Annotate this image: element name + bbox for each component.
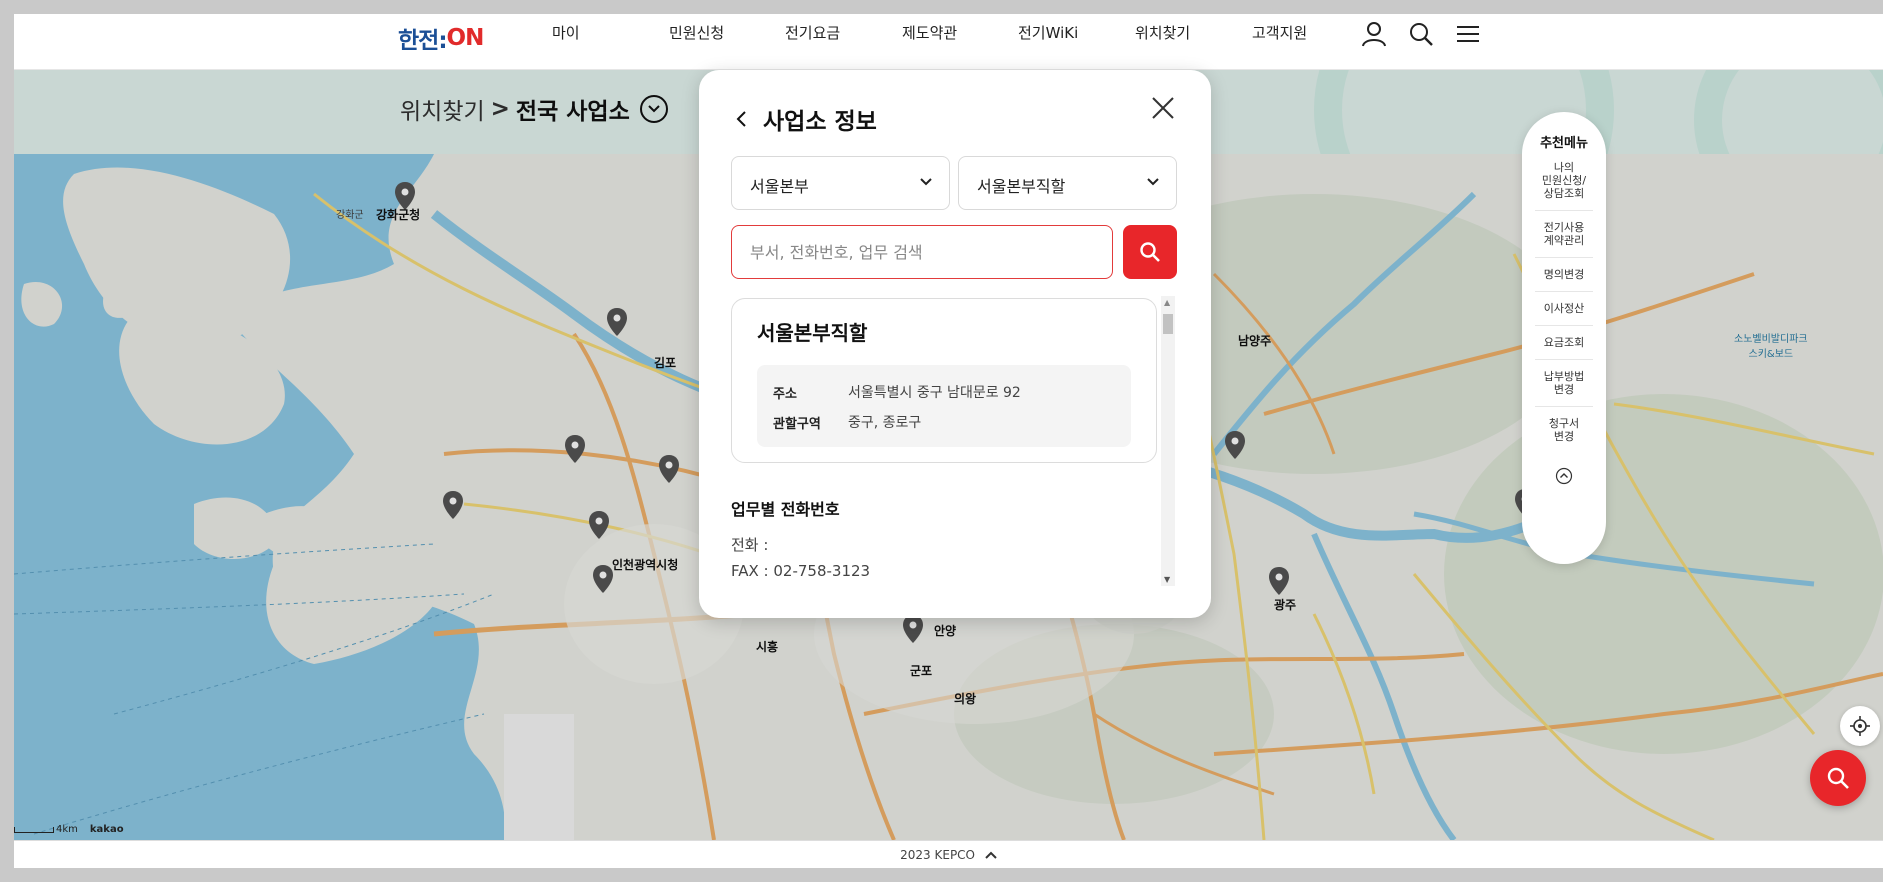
user-icon[interactable] bbox=[1360, 20, 1388, 48]
address-label: 주소 bbox=[773, 386, 797, 402]
logo-text-han: 한전: bbox=[398, 28, 448, 54]
chevron-left-icon bbox=[736, 111, 746, 127]
map-label: 강화군 bbox=[336, 210, 364, 221]
kakao-brand: kakao bbox=[89, 824, 124, 835]
map-label: 의왕 bbox=[954, 692, 977, 706]
nav-item-billing[interactable]: 전기요금 bbox=[785, 22, 840, 43]
kepco-on-logo[interactable]: 한전: ON bbox=[398, 20, 485, 56]
quickmenu-item-invoice[interactable]: 청구서 변경 bbox=[1535, 407, 1593, 453]
quickmenu-item-name-change[interactable]: 명의변경 bbox=[1535, 258, 1593, 292]
location-pin[interactable] bbox=[606, 307, 628, 337]
region-select[interactable]: 서울본부 bbox=[731, 156, 950, 210]
breadcrumb-separator: > bbox=[490, 96, 510, 122]
map-label: 인천광역시청 bbox=[612, 558, 679, 572]
office-detail-scroll[interactable]: 서울본부직할 주소 서울특별시 중구 남대문로 92 관할구역 중구, 종로구 … bbox=[729, 298, 1169, 618]
region-select-value: 서울본부 bbox=[750, 177, 809, 196]
location-pin[interactable] bbox=[902, 614, 924, 644]
breadcrumb: 위치찾기 > 전국 사업소 bbox=[400, 92, 668, 126]
search-button[interactable] bbox=[1123, 225, 1177, 279]
chevron-up-circle-icon[interactable] bbox=[1555, 467, 1573, 485]
search-icon[interactable] bbox=[1407, 20, 1435, 48]
search-icon bbox=[1827, 767, 1849, 789]
modal-header: 사업소 정보 bbox=[729, 102, 877, 136]
department-search-input[interactable] bbox=[731, 225, 1113, 279]
location-pin[interactable] bbox=[1268, 566, 1290, 596]
office-select[interactable]: 서울본부직할 bbox=[958, 156, 1177, 210]
area-row: 관할구역 중구, 종로구 bbox=[773, 407, 1115, 437]
breadcrumb-current: 전국 사업소 bbox=[515, 99, 630, 125]
floating-search-button[interactable] bbox=[1810, 750, 1866, 806]
search-icon bbox=[1140, 242, 1160, 262]
map-label: 남양주 bbox=[1238, 334, 1272, 348]
office-select-value: 서울본부직할 bbox=[977, 177, 1066, 196]
address-value: 서울특별시 중구 남대문로 92 bbox=[848, 385, 1021, 401]
breadcrumb-parent[interactable]: 위치찾기 bbox=[400, 92, 485, 126]
area-value: 중구, 종로구 bbox=[848, 415, 922, 431]
back-button[interactable] bbox=[729, 107, 753, 131]
office-info-modal: 사업소 정보 서울본부 서울본부직할 서울본부직할 bbox=[699, 70, 1211, 618]
map-label: 강화군청 bbox=[376, 208, 421, 222]
chevron-up-icon[interactable] bbox=[985, 851, 997, 860]
scale-text: 4km bbox=[56, 824, 78, 835]
page-frame: 한전: ON 마이 민원신청 전기요금 제도약관 전기WiKi 위치찾기 고객지… bbox=[14, 14, 1883, 868]
top-navigation: 한전: ON 마이 민원신청 전기요금 제도약관 전기WiKi 위치찾기 고객지… bbox=[14, 14, 1883, 70]
quickmenu-item-payment-method[interactable]: 납부방법 변경 bbox=[1535, 360, 1593, 407]
recommended-menu: 추천메뉴 나의 민원신청/ 상담조회 전기사용 계약관리 명의변경 이사정산 요… bbox=[1522, 112, 1606, 564]
chevron-down-icon bbox=[920, 178, 932, 186]
office-card-title: 서울본부직할 bbox=[757, 321, 868, 345]
quickmenu-item-move-settle[interactable]: 이사정산 bbox=[1535, 292, 1593, 326]
location-pin[interactable] bbox=[1224, 430, 1246, 460]
office-card: 서울본부직할 주소 서울특별시 중구 남대문로 92 관할구역 중구, 종로구 bbox=[731, 298, 1157, 463]
area-label: 관할구역 bbox=[773, 416, 821, 432]
modal-title: 사업소 정보 bbox=[763, 109, 877, 135]
quickmenu-item-contract[interactable]: 전기사용 계약관리 bbox=[1535, 211, 1593, 258]
nav-item-my[interactable]: 마이 bbox=[552, 22, 580, 43]
recommended-menu-title: 추천메뉴 bbox=[1540, 136, 1588, 151]
map-label: 시흥 bbox=[756, 640, 779, 654]
location-pin[interactable] bbox=[564, 434, 586, 464]
menu-icon[interactable] bbox=[1454, 20, 1482, 48]
office-card-info: 주소 서울특별시 중구 남대문로 92 관할구역 중구, 종로구 bbox=[757, 365, 1131, 447]
location-pin[interactable] bbox=[442, 490, 464, 520]
close-icon[interactable] bbox=[1149, 94, 1177, 122]
address-row: 주소 서울특별시 중구 남대문로 92 bbox=[773, 377, 1115, 407]
nav-item-location[interactable]: 위치찾기 bbox=[1135, 22, 1190, 43]
scroll-down-arrow[interactable]: ▼ bbox=[1164, 575, 1170, 584]
nav-item-civil[interactable]: 민원신청 bbox=[669, 22, 724, 43]
phone-section-title: 업무별 전화번호 bbox=[731, 500, 840, 519]
map-label: 소노벨비발디파크 스키&보드 bbox=[1734, 334, 1808, 360]
nav-item-wiki[interactable]: 전기WiKi bbox=[1018, 22, 1078, 43]
current-location-button[interactable] bbox=[1840, 706, 1880, 746]
fax-line: FAX : 02-758-3123 bbox=[731, 562, 871, 580]
scale-bar bbox=[14, 826, 54, 833]
footer-copyright: 2023 KEPCO bbox=[900, 848, 976, 862]
quickmenu-item-bill-check[interactable]: 요금조회 bbox=[1535, 326, 1593, 360]
location-pin[interactable] bbox=[658, 454, 680, 484]
quickmenu-item-my-civil[interactable]: 나의 민원신청/ 상담조회 bbox=[1535, 151, 1593, 211]
logo-text-on: ON bbox=[446, 25, 485, 51]
scrollbar[interactable]: ▲ ▼ bbox=[1161, 296, 1175, 586]
map-label: 김포 bbox=[654, 356, 677, 370]
scrollbar-thumb[interactable] bbox=[1163, 314, 1173, 334]
map-label: 군포 bbox=[910, 664, 933, 678]
map-label: 광주 bbox=[1274, 598, 1297, 612]
nav-item-terms[interactable]: 제도약관 bbox=[902, 22, 957, 43]
page-footer: 2023 KEPCO bbox=[14, 840, 1883, 868]
phone-line: 전화 : bbox=[731, 536, 769, 554]
scroll-up-arrow[interactable]: ▲ bbox=[1164, 298, 1170, 307]
chevron-down-icon bbox=[1147, 178, 1159, 186]
banner-decoration bbox=[1694, 70, 1883, 154]
map-scale: 4km kakao bbox=[14, 824, 124, 835]
breadcrumb-dropdown-button[interactable] bbox=[639, 95, 668, 123]
location-pin[interactable] bbox=[588, 510, 610, 540]
map-label: 안양 bbox=[934, 624, 957, 638]
location-pin[interactable] bbox=[592, 564, 614, 594]
chevron-down-icon bbox=[648, 105, 660, 113]
nav-item-support[interactable]: 고객지원 bbox=[1252, 22, 1307, 43]
crosshair-icon bbox=[1850, 716, 1870, 736]
